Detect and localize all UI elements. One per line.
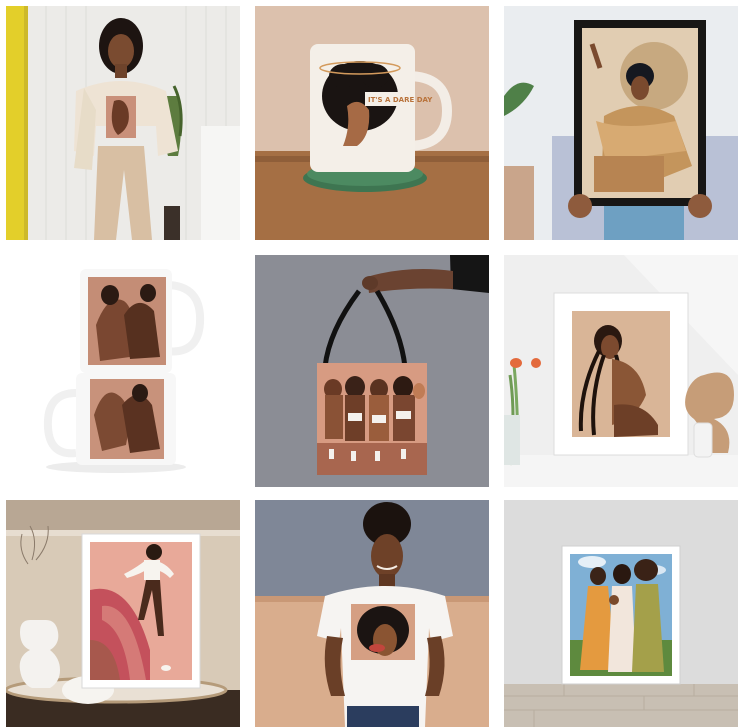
photo-mug-coaster[interactable]: IT'S A DARE DAY	[255, 6, 489, 240]
woman-sweatshirt-image	[6, 6, 240, 240]
tote-bag-image	[255, 255, 489, 487]
woman-tshirt-image	[255, 500, 489, 727]
photo-framed-print-braids[interactable]	[504, 255, 738, 487]
stacked-mugs-image	[6, 255, 240, 487]
photo-stacked-mugs[interactable]	[6, 255, 240, 487]
framed-print-braids-image	[504, 255, 738, 487]
product-photo-grid: IT'S A DARE DAY	[0, 0, 738, 727]
photo-framed-print-dancer[interactable]	[6, 500, 240, 727]
framed-print-three-women-image	[504, 500, 738, 727]
mug-coaster-image: IT'S A DARE DAY	[255, 6, 489, 240]
photo-woman-tshirt[interactable]	[255, 500, 489, 727]
mug-print-text: IT'S A DARE DAY	[368, 96, 433, 104]
framed-print-held-image	[504, 6, 738, 240]
photo-framed-print-three-women[interactable]	[504, 500, 738, 727]
photo-woman-sweatshirt[interactable]	[6, 6, 240, 240]
framed-print-dancer-image	[6, 500, 240, 727]
photo-tote-bag[interactable]	[255, 255, 489, 487]
photo-framed-print-held[interactable]	[504, 6, 738, 240]
